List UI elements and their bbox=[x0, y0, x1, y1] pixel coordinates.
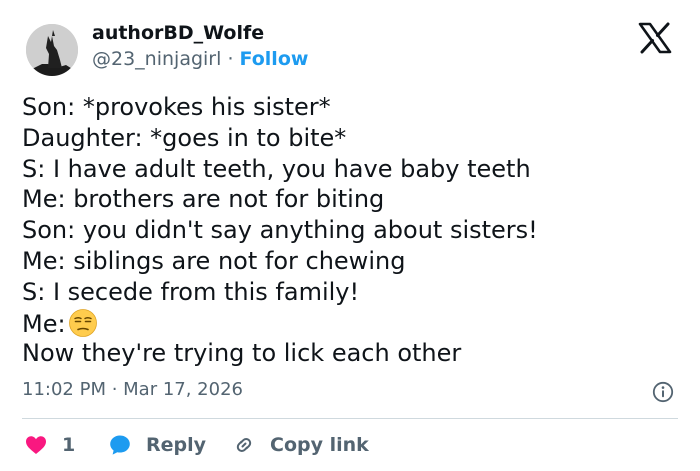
avatar[interactable] bbox=[26, 24, 78, 76]
author-name[interactable]: authorBD_Wolfe bbox=[92, 22, 264, 44]
tweet-line-with-emoji: Me: bbox=[22, 308, 682, 339]
tweet-line: Me: bbox=[22, 309, 66, 338]
tweet-header: authorBD_Wolfe @23_ninjagirl · Follow bbox=[0, 0, 700, 90]
reply-label: Reply bbox=[146, 434, 207, 456]
like-button[interactable]: 1 bbox=[24, 428, 75, 462]
like-count: 1 bbox=[62, 434, 76, 456]
action-bar: 1 Reply Copy link bbox=[0, 428, 700, 462]
divider bbox=[22, 418, 678, 419]
unamused-face-icon bbox=[68, 308, 98, 338]
reply-bubble-icon bbox=[108, 433, 132, 457]
tweet-text: Son: *provokes his sister* Daughter: *go… bbox=[22, 92, 682, 369]
follow-button[interactable]: Follow bbox=[240, 48, 309, 70]
tweet-line: S: I have adult teeth, you have baby tee… bbox=[22, 154, 531, 183]
tweet-line: Daughter: *goes in to bite* bbox=[22, 123, 347, 152]
tweet-line: Son: you didn't say anything about siste… bbox=[22, 216, 538, 245]
handle-line: @23_ninjagirl · Follow bbox=[92, 48, 308, 70]
reply-button[interactable]: Reply bbox=[108, 428, 206, 462]
heart-icon bbox=[24, 433, 48, 457]
author-handle[interactable]: @23_ninjagirl bbox=[92, 48, 221, 70]
tweet-line: Me: siblings are not for chewing bbox=[22, 246, 406, 275]
tweet-line: Son: *provokes his sister* bbox=[22, 93, 331, 121]
tweet-line: Me: brothers are not for biting bbox=[22, 185, 385, 214]
copy-link-label: Copy link bbox=[270, 434, 369, 456]
handle-separator: · bbox=[221, 48, 240, 70]
x-logo-icon[interactable] bbox=[638, 22, 672, 54]
copy-link-button[interactable]: Copy link bbox=[232, 428, 369, 462]
tweet-line: Now they're trying to lick each other bbox=[22, 339, 462, 368]
link-icon bbox=[232, 433, 256, 457]
info-icon[interactable] bbox=[652, 381, 674, 403]
tweet-line: S: I secede from this family! bbox=[22, 277, 360, 306]
tweet-timestamp[interactable]: 11:02 PM · Mar 17, 2026 bbox=[22, 379, 243, 400]
